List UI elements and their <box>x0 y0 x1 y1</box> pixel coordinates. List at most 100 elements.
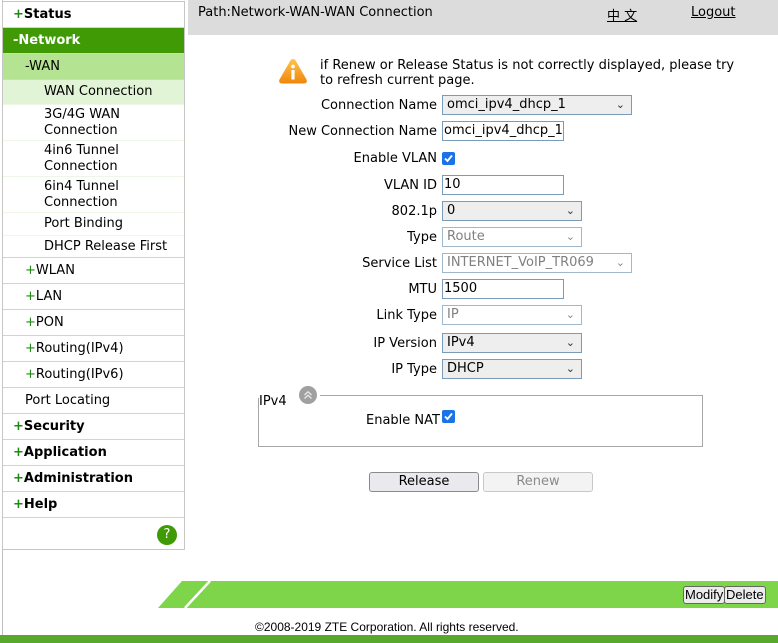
expand-plus-icon: + <box>25 341 36 356</box>
select-value: DHCP <box>447 361 484 376</box>
collapse-up-icon[interactable] <box>299 386 317 404</box>
notice-text: if Renew or Release Status is not correc… <box>320 58 735 88</box>
dot1p-row: 802.1p 0 ⌄ <box>200 201 760 223</box>
sidebar-item-label: Connection <box>44 158 118 174</box>
chevron-down-icon: ⌄ <box>615 98 625 111</box>
mtu-input[interactable]: 1500 <box>442 279 564 299</box>
renew-button[interactable]: Renew <box>483 472 593 492</box>
select-value: INTERNET_VoIP_TR069 <box>447 255 594 270</box>
select-value: omci_ipv4_dhcp_1 <box>447 97 566 112</box>
sidebar-item-6in4-tunnel-connection[interactable]: 6in4 Tunnel Connection <box>3 177 184 213</box>
enable-vlan-checkbox[interactable] <box>442 152 455 165</box>
sidebar-item-dhcp-release-first[interactable]: DHCP Release First <box>3 236 184 258</box>
connection-name-row: Connection Name omci_ipv4_dhcp_1 ⌄ <box>200 95 760 117</box>
chevron-down-icon: ⌄ <box>565 362 575 375</box>
copyright-text: ©2008-2019 ZTE Corporation. All rights r… <box>255 620 519 634</box>
sidebar-item-label: Network <box>18 33 81 48</box>
sidebar-item-security[interactable]: +Security <box>3 414 184 440</box>
help-icon[interactable]: ? <box>157 525 177 545</box>
sidebar-item-routing-ipv4[interactable]: +Routing(IPv4) <box>3 336 184 362</box>
dot1p-label: 802.1p <box>391 204 437 219</box>
sidebar-item-pon[interactable]: +PON <box>3 310 184 336</box>
logout-link[interactable]: Logout <box>691 5 736 20</box>
vlan-id-input[interactable]: 10 <box>442 175 564 195</box>
ip-type-label: IP Type <box>391 362 437 377</box>
connection-name-label: Connection Name <box>320 98 437 113</box>
vlan-id-label: VLAN ID <box>383 178 437 193</box>
expand-plus-icon: + <box>13 497 24 512</box>
type-select[interactable]: Route ⌄ <box>442 227 582 247</box>
select-value: IP <box>447 307 459 322</box>
sidebar-item-3g4g-wan-connection[interactable]: 3G/4G WAN Connection <box>3 105 184 141</box>
sidebar-item-wlan[interactable]: +WLAN <box>3 258 184 284</box>
chevron-down-icon: ⌄ <box>565 204 575 217</box>
sidebar-item-label: Status <box>23 7 72 22</box>
sidebar-item-help[interactable]: +Help <box>3 492 184 518</box>
chevron-down-icon: ⌄ <box>565 230 575 243</box>
service-list-select[interactable]: INTERNET_VoIP_TR069 ⌄ <box>442 253 632 273</box>
sidebar-item-label: LAN <box>35 289 63 304</box>
enable-nat-label: Enable NAT <box>366 413 440 428</box>
ip-version-select[interactable]: IPv4 ⌄ <box>442 333 582 353</box>
sidebar-item-administration[interactable]: +Administration <box>3 466 184 492</box>
link-type-row: Link Type IP ⌄ <box>200 305 760 327</box>
bottom-strip <box>0 635 778 643</box>
sidebar-item-label: WLAN <box>35 263 75 278</box>
language-link[interactable]: 中 文 <box>607 5 637 24</box>
sidebar-item-wan-connection[interactable]: WAN Connection <box>3 80 184 105</box>
mtu-row: MTU 1500 <box>200 279 760 301</box>
delete-button[interactable]: Delete <box>724 586 766 604</box>
chevron-down-icon: ⌄ <box>565 308 575 321</box>
check-icon <box>444 412 453 421</box>
header-bar: Path:Network-WAN-WAN Connection 中 文 Logo… <box>188 0 778 35</box>
sidebar-item-application[interactable]: +Application <box>3 440 184 466</box>
connection-name-select[interactable]: omci_ipv4_dhcp_1 ⌄ <box>442 95 632 115</box>
sidebar-item-wan[interactable]: -WAN <box>3 54 184 80</box>
sidebar-item-label: 6in4 Tunnel <box>44 179 119 194</box>
sidebar-item-label: Routing(IPv6) <box>35 367 124 382</box>
type-label: Type <box>407 230 437 245</box>
mtu-label: MTU <box>408 282 437 297</box>
sidebar-item-label: Connection <box>44 194 118 210</box>
select-value: Route <box>447 229 485 244</box>
expand-plus-icon: + <box>25 367 36 382</box>
vlan-id-row: VLAN ID 10 <box>200 175 760 197</box>
sidebar-menu: +Status -Network -WAN WAN Connection 3G/… <box>2 1 185 550</box>
breadcrumb: Path:Network-WAN-WAN Connection <box>198 5 433 20</box>
link-type-select[interactable]: IP ⌄ <box>442 305 582 325</box>
ip-type-select[interactable]: DHCP ⌄ <box>442 359 582 379</box>
sidebar-item-label: Help <box>23 497 58 512</box>
new-connection-name-row: New Connection Name omci_ipv4_dhcp_1 <box>200 121 760 143</box>
warning-icon <box>279 59 307 84</box>
service-list-label: Service List <box>362 256 437 271</box>
modify-button[interactable]: Modify <box>683 586 726 604</box>
sidebar-item-port-locating[interactable]: Port Locating <box>3 388 184 414</box>
service-list-row: Service List INTERNET_VoIP_TR069 ⌄ <box>200 253 760 275</box>
sidebar-item-label: Application <box>23 445 107 460</box>
expand-plus-icon: + <box>13 471 24 486</box>
chevron-down-icon: ⌄ <box>615 256 625 269</box>
sidebar-item-label: Connection <box>44 122 118 138</box>
expand-plus-icon: + <box>25 289 36 304</box>
sidebar-item-network[interactable]: -Network <box>3 28 184 54</box>
ipv4-section: IPv4 Enable NAT <box>258 386 703 447</box>
expand-plus-icon: + <box>25 315 36 330</box>
sidebar-item-label: Routing(IPv4) <box>35 341 124 356</box>
sidebar-item-status[interactable]: +Status <box>3 2 184 28</box>
expand-plus-icon: + <box>13 445 24 460</box>
sidebar-item-lan[interactable]: +LAN <box>3 284 184 310</box>
dot1p-select[interactable]: 0 ⌄ <box>442 201 582 221</box>
sidebar-item-label: PON <box>35 315 64 330</box>
sidebar-item-4in6-tunnel-connection[interactable]: 4in6 Tunnel Connection <box>3 141 184 177</box>
new-connection-name-label: New Connection Name <box>288 124 437 139</box>
enable-nat-checkbox[interactable] <box>442 410 455 423</box>
release-button[interactable]: Release <box>369 472 479 492</box>
expand-plus-icon: + <box>13 419 24 434</box>
new-connection-name-input[interactable]: omci_ipv4_dhcp_1 <box>442 121 564 141</box>
sidebar-item-routing-ipv6[interactable]: +Routing(IPv6) <box>3 362 184 388</box>
chevron-down-icon: ⌄ <box>565 336 575 349</box>
select-value: IPv4 <box>447 335 475 350</box>
sidebar-item-label: Administration <box>23 471 133 486</box>
sidebar-item-port-binding[interactable]: Port Binding <box>3 213 184 236</box>
enable-vlan-label: Enable VLAN <box>353 151 437 166</box>
